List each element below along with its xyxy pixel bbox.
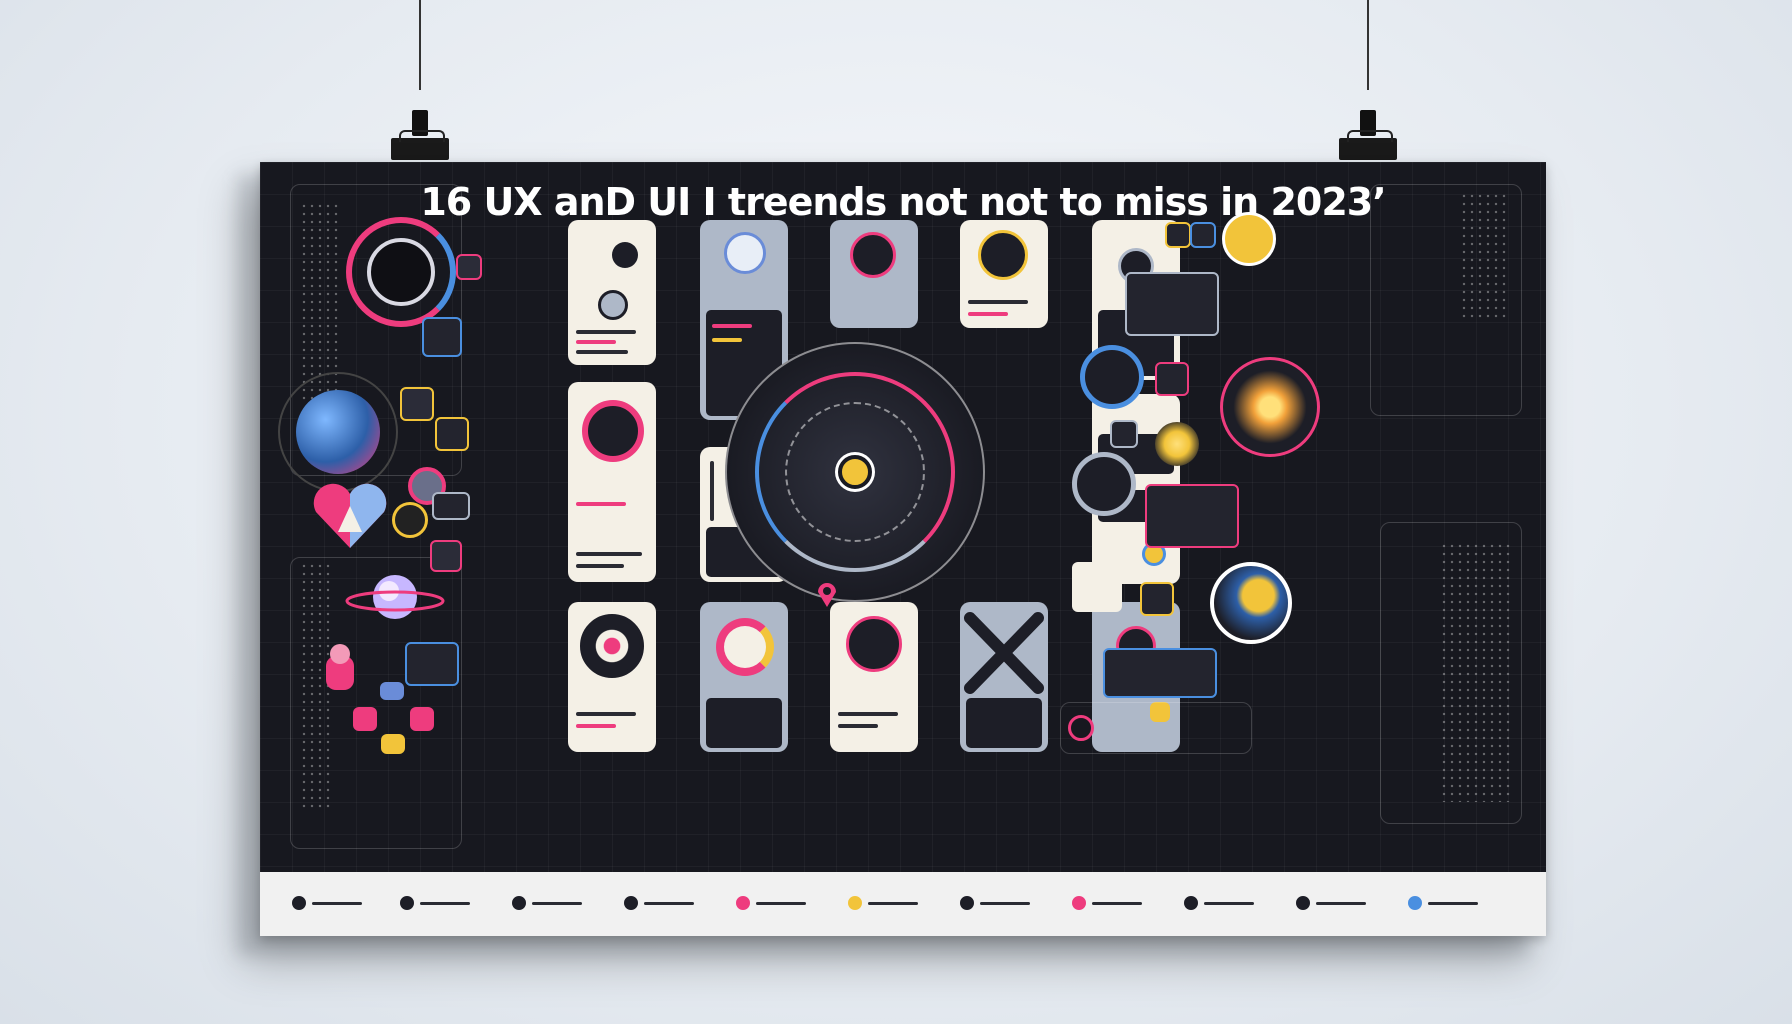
hanging-wire-left: [419, 0, 421, 90]
footer-legend-item: [400, 894, 470, 912]
radar-target-icon: [725, 342, 985, 602]
square-widget-icon: [1165, 222, 1191, 248]
footer-legend-item: [1296, 894, 1366, 912]
square-widget-icon: [1140, 582, 1174, 616]
dot-matrix: [1440, 542, 1510, 802]
badge-icon: [392, 502, 428, 538]
trend-card: [700, 602, 788, 752]
ring-icon: [1068, 715, 1094, 741]
footer-legend-item: [736, 894, 806, 912]
window-icon: [432, 492, 470, 520]
planet-icon: [345, 567, 445, 627]
globe-icon: [278, 372, 398, 492]
trend-card: [568, 602, 656, 752]
trend-card: [830, 220, 918, 328]
flowchart-node-icon: [410, 707, 434, 731]
square-widget-icon: [1190, 222, 1216, 248]
square-widget-icon: [435, 417, 469, 451]
dashboard-widget-icon: [1145, 484, 1239, 548]
footer-legend-item: [1184, 894, 1254, 912]
footer-legend-item: [960, 894, 1030, 912]
footer-legend-item: [512, 894, 582, 912]
record-disc-icon: [1072, 452, 1136, 516]
binder-clip-icon: [1339, 110, 1397, 160]
node-network-icon: [400, 387, 434, 421]
app-grid-icon: [1072, 562, 1122, 612]
hanging-wire-right: [1367, 0, 1369, 90]
flowchart-node-icon: [353, 707, 377, 731]
square-widget-icon: [1155, 362, 1189, 396]
trend-card: [568, 220, 656, 365]
gear-badge-icon: [1222, 212, 1276, 266]
poster: 16 UX anD UI I treends not not to miss i…: [260, 162, 1546, 936]
robot-icon: [320, 642, 360, 692]
footer-strip: [260, 872, 1546, 936]
footer-legend-item: [292, 894, 362, 912]
square-widget-icon: [456, 254, 482, 280]
footer-legend-item: [624, 894, 694, 912]
square-widget-icon: [1110, 420, 1138, 448]
heart-icon: [310, 482, 390, 552]
footer-legend-item: [848, 894, 918, 912]
sun-target-icon: [1220, 357, 1320, 457]
chip-icon: [422, 317, 462, 357]
flowchart-node-icon: [381, 734, 405, 754]
radial-gauge-icon: [346, 217, 456, 327]
binder-clip-icon: [391, 110, 449, 160]
node-network-icon: [405, 642, 459, 686]
trend-card: [830, 602, 918, 752]
trend-card: [960, 602, 1048, 752]
disc-icon: [1080, 345, 1144, 409]
trend-card: [960, 220, 1048, 328]
trend-card: [568, 382, 656, 582]
footer-legend-item: [1408, 894, 1478, 912]
world-map-icon: [1210, 562, 1292, 644]
media-player-icon: [1103, 648, 1217, 698]
dashboard-widget-icon: [1125, 272, 1219, 336]
glow-orb-icon: [1155, 422, 1199, 466]
dot-matrix: [1460, 192, 1510, 322]
footer-legend-item: [1072, 894, 1142, 912]
flowchart-node-icon: [380, 682, 404, 700]
